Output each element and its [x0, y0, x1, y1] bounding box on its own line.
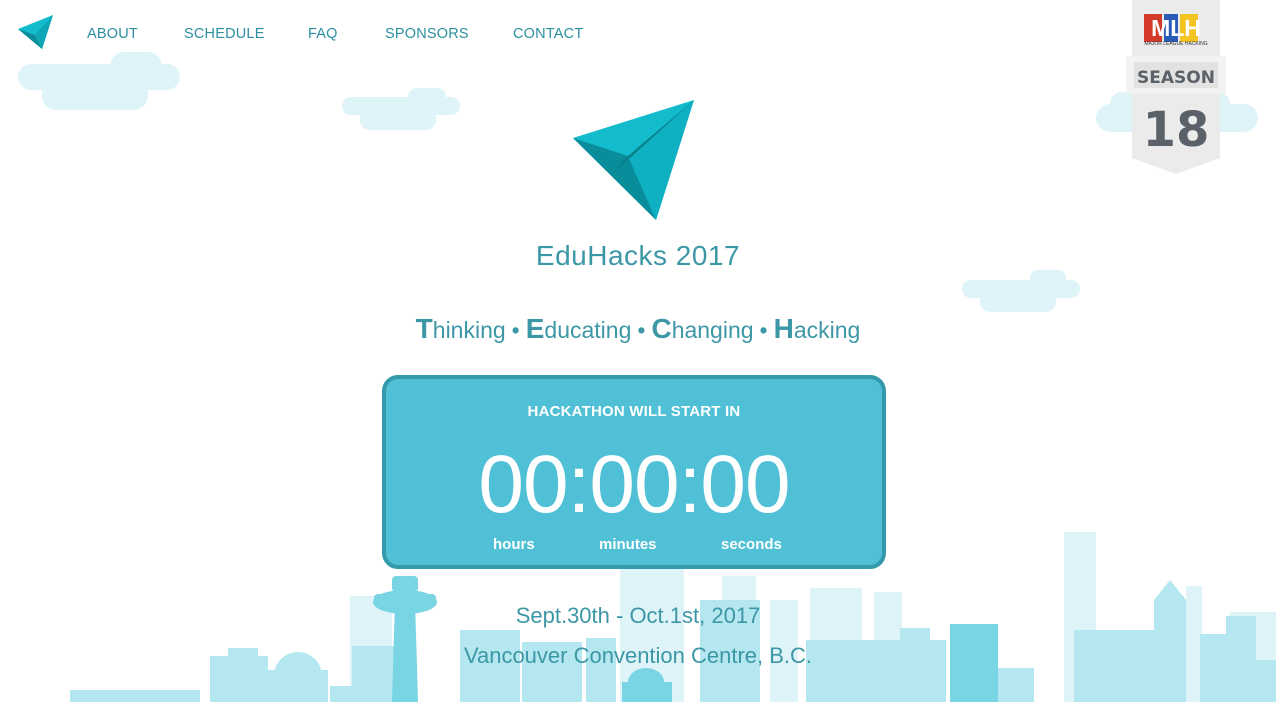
- cloud: [962, 270, 1080, 312]
- paper-plane-icon: [573, 100, 694, 220]
- paper-plane-icon[interactable]: [16, 13, 56, 51]
- cloud: [342, 88, 460, 130]
- countdown-digits: 00:00:00: [478, 439, 790, 530]
- mlh-logo: MLH MAJOR LEAGUE HACKING: [1144, 14, 1208, 47]
- tagline-word: Educating: [525, 313, 632, 344]
- season-label: SEASON: [1137, 68, 1215, 88]
- svg-text:MLH: MLH: [1151, 15, 1201, 41]
- tagline-separator: •: [759, 317, 768, 343]
- tagline-separator: •: [637, 317, 646, 343]
- nav-item-sponsors[interactable]: SPONSORS: [385, 26, 469, 42]
- countdown-unit-seconds: seconds: [721, 536, 782, 553]
- tagline-word: Changing: [651, 313, 754, 344]
- page-title: EduHacks 2017: [535, 240, 741, 271]
- tagline: Thinking • Educating • Changing • Hacking: [0, 313, 1276, 345]
- nav-item-faq[interactable]: FAQ: [308, 26, 338, 42]
- tagline-word: Thinking: [415, 313, 506, 344]
- countdown-timer: HACKATHON WILL START IN 00:00:00 hours m…: [382, 375, 886, 569]
- nav-item-schedule[interactable]: SCHEDULE: [184, 26, 265, 42]
- event-venue: Vancouver Convention Centre, B.C.: [463, 643, 813, 668]
- countdown-unit-minutes: minutes: [599, 536, 657, 553]
- main-navigation: ABOUT SCHEDULE FAQ SPONSORS CONTACT: [0, 0, 800, 70]
- season-number: 18: [1143, 102, 1210, 158]
- svg-text:MAJOR LEAGUE HACKING: MAJOR LEAGUE HACKING: [1144, 41, 1207, 47]
- event-date: Sept.30th - Oct.1st, 2017: [515, 603, 761, 628]
- nav-item-about[interactable]: ABOUT: [87, 26, 138, 42]
- tagline-word: Hacking: [773, 313, 861, 344]
- nav-item-contact[interactable]: CONTACT: [513, 26, 583, 42]
- countdown-heading: HACKATHON WILL START IN: [527, 403, 741, 420]
- mlh-season-badge[interactable]: MLH MAJOR LEAGUE HACKING SEASON 18: [1126, 0, 1226, 176]
- tagline-separator: •: [511, 317, 520, 343]
- countdown-unit-hours: hours: [493, 536, 535, 553]
